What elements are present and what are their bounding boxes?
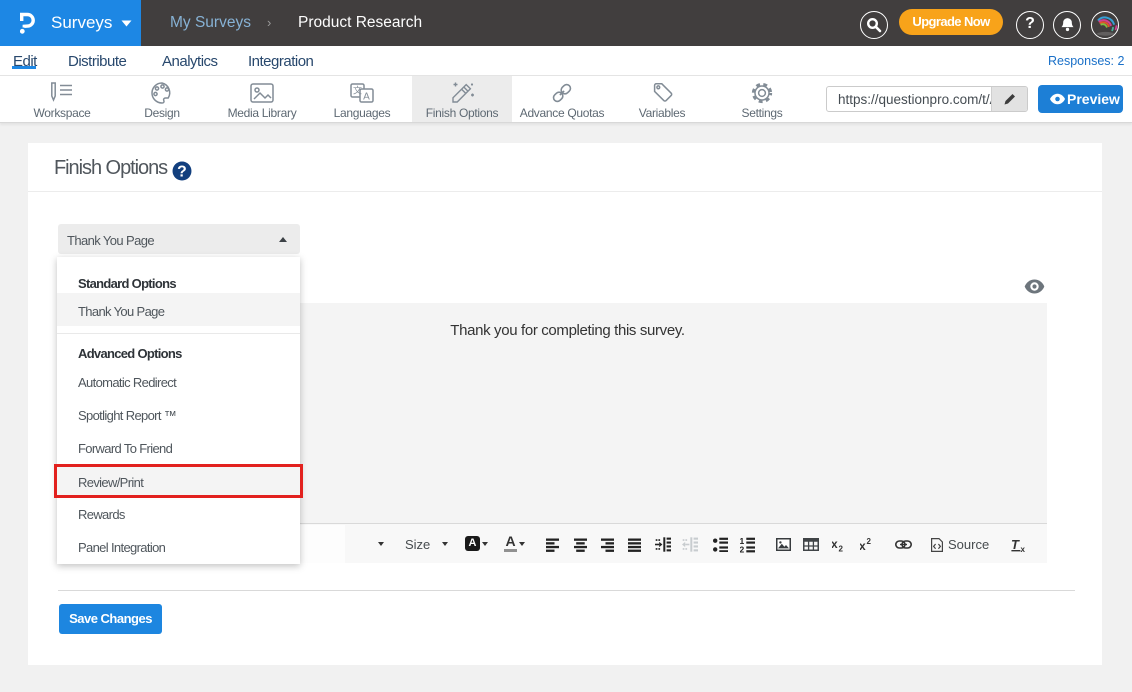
svg-text:x: x [832,538,838,551]
svg-text:2: 2 [867,538,872,546]
svg-text:文: 文 [353,85,362,96]
svg-text:x: x [860,539,866,552]
svg-text:2: 2 [839,545,844,553]
svg-text:A: A [363,92,370,103]
svg-text:x: x [1021,545,1026,552]
svg-text:T: T [1011,538,1020,552]
svg-text:2: 2 [740,544,745,553]
svg-text:?: ? [177,163,187,180]
